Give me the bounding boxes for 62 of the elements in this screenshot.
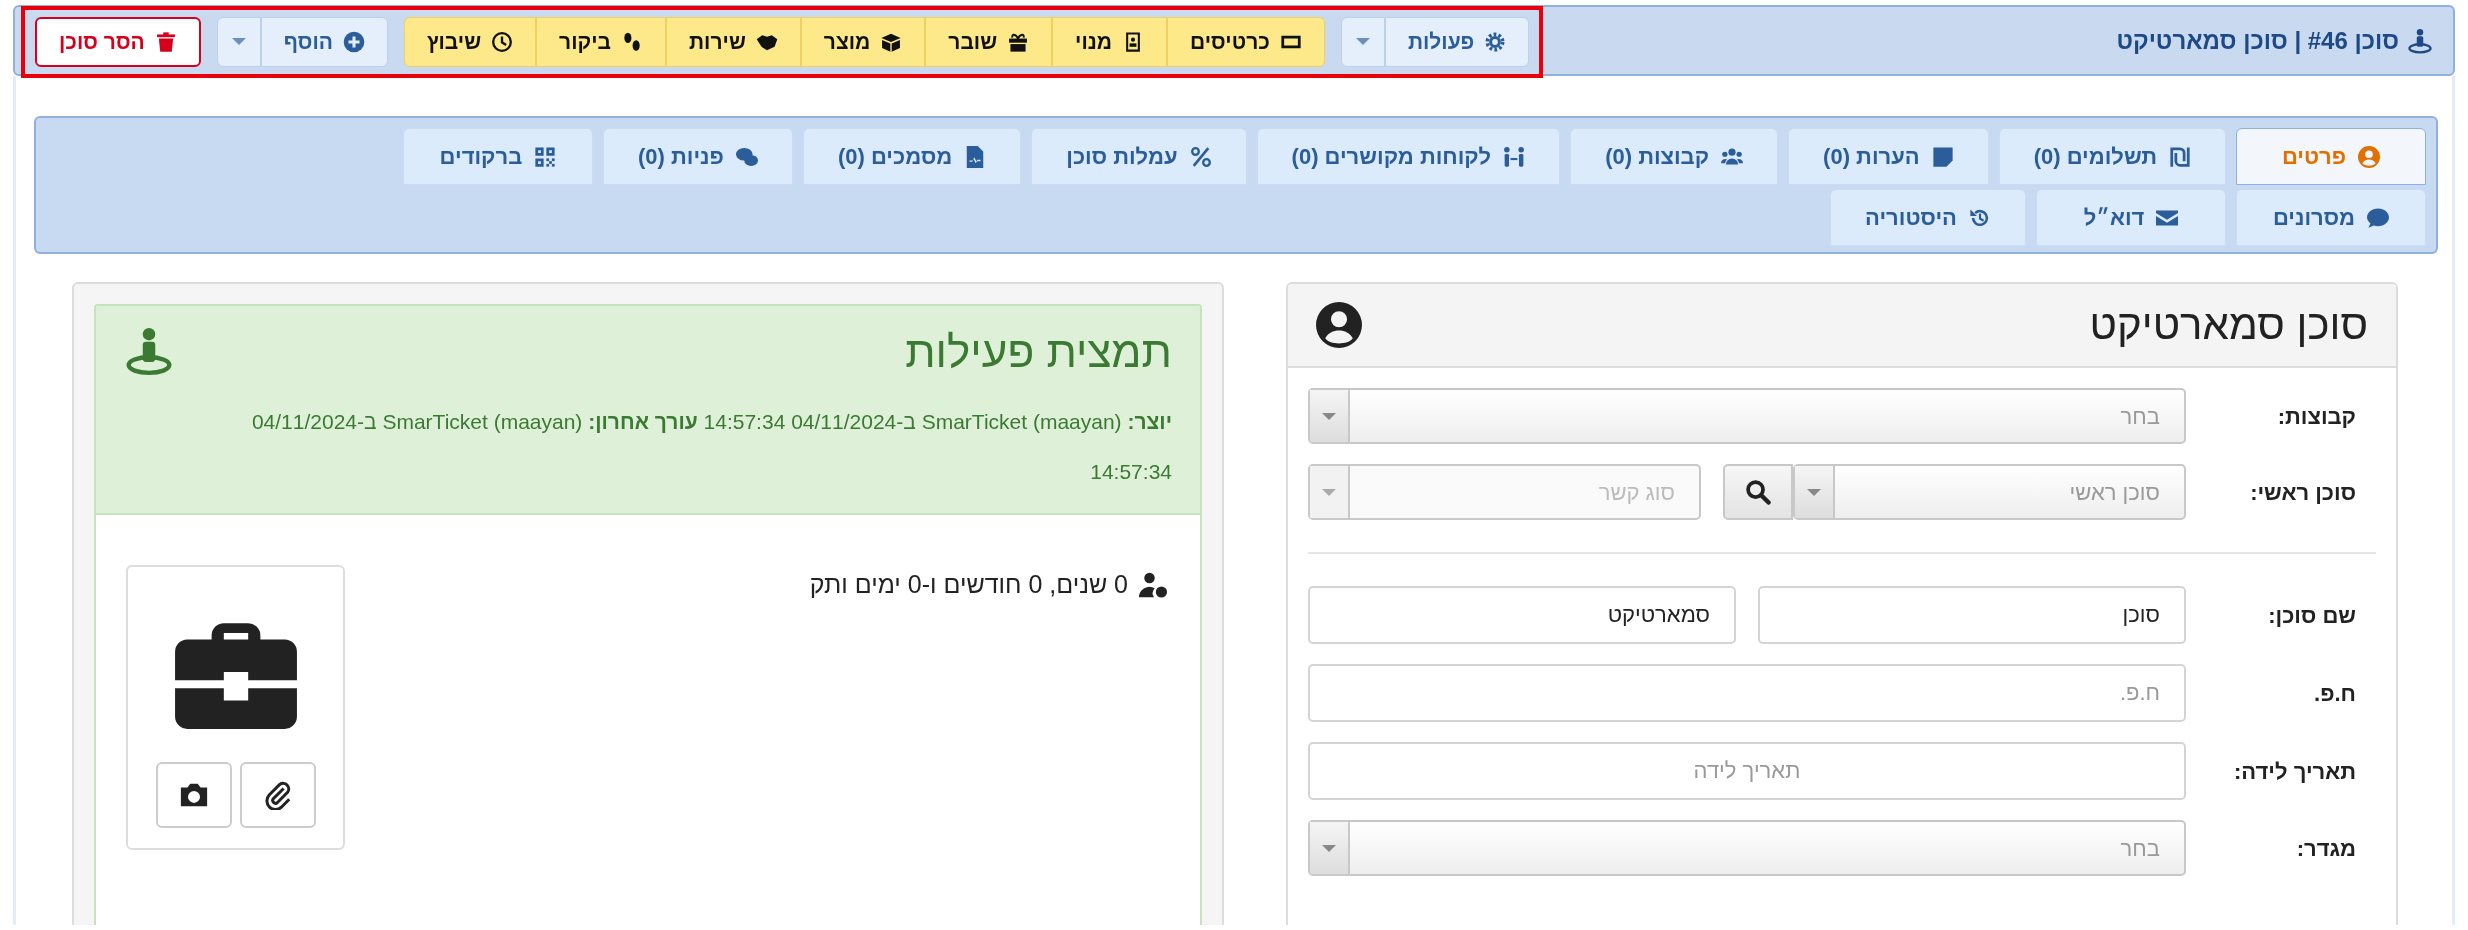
- qr-code-icon: [534, 145, 557, 168]
- percent-icon: [1189, 145, 1212, 168]
- remove-button[interactable]: הסר סוכן: [35, 16, 201, 67]
- caret-icon: [1807, 488, 1821, 496]
- tab[interactable]: לקוחות מקושרים (0): [1256, 128, 1561, 185]
- toolbar-button[interactable]: מוצר: [800, 16, 926, 67]
- toolbar-button[interactable]: שיבוץ: [403, 16, 537, 67]
- caret-icon: [1322, 412, 1336, 420]
- actions-button[interactable]: פעולות: [1384, 16, 1530, 67]
- tab[interactable]: פרטים: [2236, 128, 2426, 185]
- user-clock-icon: [1136, 570, 1170, 599]
- search-button[interactable]: [1723, 464, 1793, 521]
- caret-icon: [231, 38, 246, 45]
- input-field[interactable]: ח.פ.: [1308, 664, 2186, 723]
- tab[interactable]: מסרונים: [2236, 189, 2426, 246]
- note-icon: [1931, 145, 1954, 168]
- shekel-icon: [2169, 145, 2191, 168]
- add-button[interactable]: הוסף: [260, 16, 388, 67]
- card-title: סוכן סמארטיקט: [2089, 300, 2368, 350]
- toolbar-button[interactable]: שובר: [925, 16, 1053, 67]
- camera-button[interactable]: [155, 761, 232, 828]
- paperclip-icon: [262, 779, 293, 810]
- audit-info: יוצר: SmarTicket (maayan) ב-04/11/2024 14:57:34 עורך אחרון: SmarTicket (maayan) ב-04/11/2024 14:57:34: [250, 408, 1172, 485]
- toolbar-button[interactable]: מנוי: [1052, 16, 1168, 67]
- caret-icon: [1322, 488, 1336, 496]
- person-pin-icon: [2407, 27, 2433, 54]
- toolbar-button[interactable]: ביקור: [536, 16, 667, 67]
- tab[interactable]: קבוצות (0): [1570, 128, 1779, 185]
- seniority-text: 0 שנים, 0 חודשים ו-0 ימים ותק: [809, 569, 1128, 601]
- field-label: קבוצות:: [2276, 402, 2357, 431]
- tab[interactable]: תשלומים (0): [1998, 128, 2226, 185]
- clock-icon: [491, 30, 514, 53]
- tab[interactable]: הערות (0): [1788, 128, 1989, 185]
- field-label: תאריך לידה:: [2232, 757, 2357, 786]
- caret-icon: [1322, 844, 1336, 852]
- toolbar-button[interactable]: כרטיסים: [1167, 16, 1325, 67]
- tab[interactable]: עמלות סוכן: [1031, 128, 1247, 185]
- search-icon: [1745, 479, 1771, 506]
- tab[interactable]: היסטוריה: [1830, 189, 2026, 246]
- tab[interactable]: דוא״ל: [2036, 189, 2226, 246]
- input-field[interactable]: סוכן: [1758, 586, 2186, 645]
- toolbar-button[interactable]: שירות: [666, 16, 801, 67]
- field-label: סוכן ראשי:: [2249, 478, 2357, 507]
- input-field[interactable]: סמארטיקט: [1308, 586, 1736, 645]
- chat-icon: [735, 145, 758, 168]
- sms-icon: [2367, 206, 2390, 229]
- plus-icon: [342, 30, 365, 53]
- tab[interactable]: מסמכים (0): [802, 128, 1022, 185]
- person-pin-icon: [124, 326, 174, 376]
- field-label: שם סוכן:: [2267, 601, 2357, 630]
- gear-icon: [1484, 30, 1507, 53]
- summary-title: תמצית פעילות: [905, 326, 1172, 378]
- date-field[interactable]: תאריך לידה: [1308, 742, 2186, 801]
- field-label: מגדר:: [2295, 834, 2357, 863]
- caret-icon: [1355, 38, 1370, 45]
- linked-people-icon: [1503, 145, 1526, 168]
- tab[interactable]: פניות (0): [602, 128, 793, 185]
- attach-button[interactable]: [239, 761, 316, 828]
- field-label: ח.פ.: [2313, 679, 2357, 708]
- page-title: סוכן #46 | סוכן סמארטיקט: [2116, 25, 2399, 56]
- trash-icon: [154, 30, 177, 53]
- tab[interactable]: ברקודים: [402, 128, 593, 185]
